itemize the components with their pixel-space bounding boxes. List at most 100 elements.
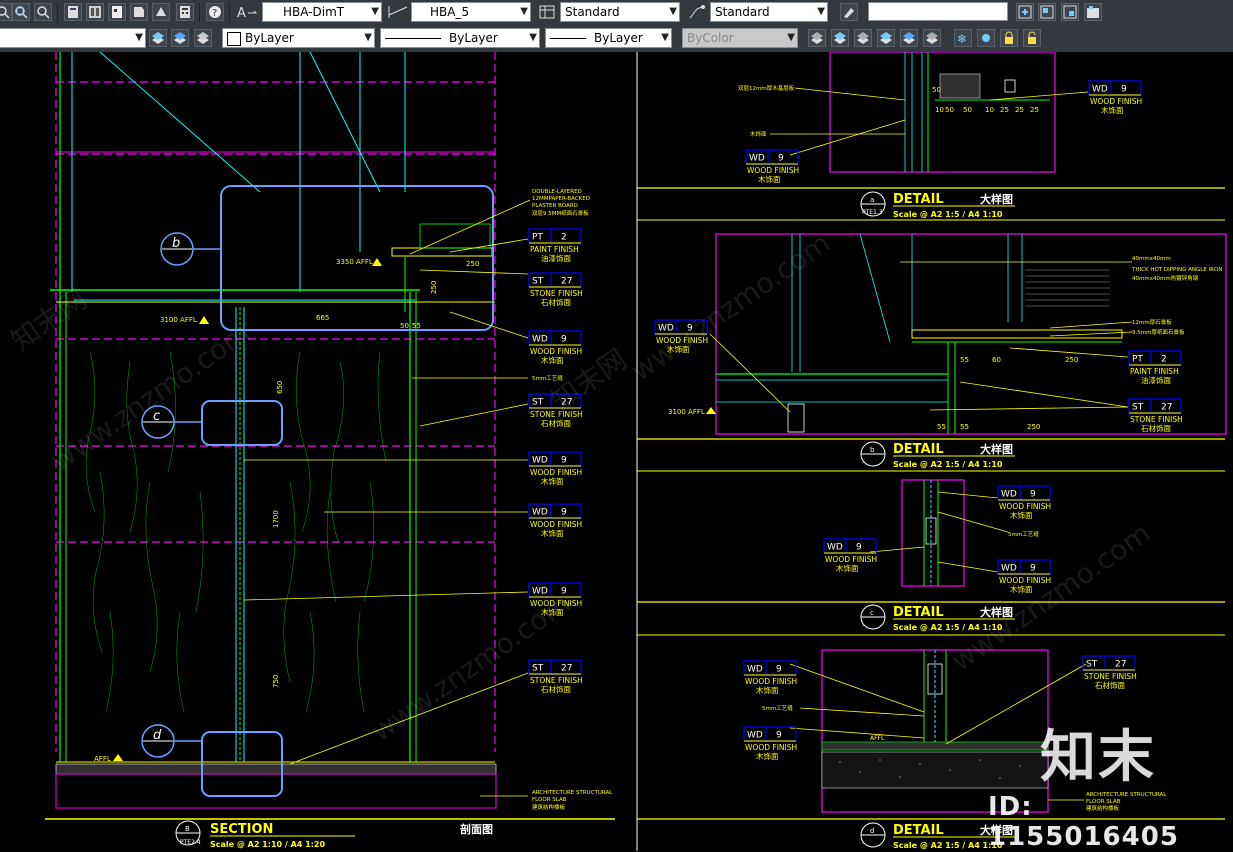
mleaderstyle-dropdown[interactable]: HBA_5 ▼ — [411, 2, 531, 22]
chevron-down-icon: ▼ — [135, 32, 143, 43]
layout-tabs-icon[interactable] — [1084, 3, 1102, 21]
color-swatch — [227, 31, 241, 46]
chevron-down-icon: ▼ — [669, 6, 677, 17]
chevron-down-icon: ▼ — [364, 32, 372, 43]
detail-b-note-gypsum-12: 12mm厚石膏板 — [1132, 318, 1172, 326]
section-label-1-code: ST — [532, 277, 544, 287]
layout-icon[interactable] — [1038, 3, 1056, 21]
viewport-scale-icon[interactable] — [1061, 3, 1079, 21]
dim-style-icon[interactable] — [387, 3, 408, 21]
detail-a-number: a — [870, 196, 874, 204]
detail-a-note-wood: 木饰面 — [750, 130, 767, 138]
detail-a-label-0-cn: 木饰面 — [1101, 105, 1124, 115]
layer-states-icon[interactable] — [194, 29, 212, 47]
svg-text:❄: ❄ — [957, 32, 967, 46]
textstyle-dropdown[interactable]: Standard ▼ — [710, 2, 828, 22]
color-dropdown[interactable]: ByLayer ▼ — [222, 28, 375, 48]
calculator-icon[interactable] — [176, 3, 194, 21]
lineweight-dropdown[interactable]: ByLayer ▼ — [545, 28, 672, 48]
detail-d-label-2-cn: 石材饰面 — [1095, 680, 1125, 690]
detail-b-label-2-en: STONE FINISH — [1130, 415, 1183, 424]
detail-c-label-1-cn: 木饰面 — [836, 563, 859, 573]
new-viewport-icon[interactable] — [1016, 3, 1034, 21]
detail-d-label-0-cn: 木饰面 — [756, 685, 779, 695]
section-label-7-num: 27 — [561, 664, 572, 674]
table-style-icon[interactable] — [538, 3, 556, 21]
detail-a-label-1-num: 9 — [778, 154, 784, 164]
chevron-down-icon: ▼ — [787, 32, 795, 43]
detail-d-label-2-num: 27 — [1115, 660, 1126, 670]
lineweight-value: ByLayer — [594, 31, 643, 45]
layer-freeze-icon[interactable]: ❄ — [954, 29, 972, 47]
search-input[interactable] — [868, 2, 1008, 21]
detail-b-label-1-en: PAINT FINISH — [1130, 367, 1179, 376]
layer-tool-5-icon[interactable] — [900, 29, 918, 47]
detail-a-dim-25c: 25 — [1030, 106, 1039, 114]
section-label-3-cn: 石材饰面 — [541, 418, 571, 428]
layer-tool-3-icon[interactable] — [854, 29, 872, 47]
design-center-icon[interactable] — [86, 3, 104, 21]
detail-b-dim-55c: 55 — [960, 423, 969, 431]
zoom-previous-icon[interactable] — [12, 3, 30, 21]
plotstyle-value: ByColor — [687, 31, 734, 45]
layer-off-icon[interactable] — [977, 29, 995, 47]
tool-palettes-icon[interactable] — [108, 3, 126, 21]
detail-b-dim-55: 55 — [960, 356, 969, 364]
tablestyle-dropdown[interactable]: Standard ▼ — [560, 2, 680, 22]
section-scale: Scale @ A2 1:10 / A4 1:20 — [210, 840, 325, 849]
detail-b-dim-60: 60 — [992, 356, 1001, 364]
section-label-5-cn: 木饰面 — [541, 528, 564, 538]
linetype-preview — [385, 38, 441, 39]
color-value: ByLayer — [245, 31, 294, 45]
zoom-window-icon[interactable] — [0, 3, 12, 21]
layer-previous-icon[interactable] — [171, 29, 189, 47]
plotstyle-dropdown[interactable]: ByColor ▼ — [682, 28, 798, 48]
detail-c-title: DETAIL — [893, 605, 944, 620]
layer-tool-1-icon[interactable] — [808, 29, 826, 47]
properties-icon[interactable] — [64, 3, 82, 21]
section-label-1-num: 27 — [561, 277, 572, 287]
detail-c-label-2-num: 9 — [1030, 564, 1036, 574]
dimstyle-dropdown[interactable]: HBA-DimT ▼ — [262, 2, 382, 22]
layer-tool-6-icon[interactable] — [923, 29, 941, 47]
dim-250-top: 250 — [466, 260, 479, 268]
layer-dropdown[interactable]: ▼ — [0, 28, 146, 48]
dim-250-side: 250 — [430, 281, 438, 294]
help-icon[interactable]: ? — [206, 3, 224, 21]
multileader-style-icon[interactable] — [687, 3, 705, 21]
layer-unlock-icon[interactable] — [1023, 29, 1041, 47]
detail-b-label-1-code: PT — [1132, 355, 1143, 365]
chevron-down-icon: ▼ — [520, 6, 528, 17]
match-properties-icon[interactable] — [840, 3, 858, 21]
detail-d-number: d — [870, 827, 874, 835]
section-label-7-en: STONE FINISH — [530, 676, 583, 685]
layer-lock-icon[interactable] — [1000, 29, 1018, 47]
detail-d-note-groove: 5mm工艺缝 — [762, 704, 793, 712]
detail-c-label-2-code: WD — [1001, 564, 1017, 574]
detail-d-title: DETAIL — [893, 823, 944, 838]
svg-text:?: ? — [212, 8, 217, 19]
detail-d-scale: Scale @ A2 1:5 / A4 1:10 — [893, 841, 1003, 850]
layer-tool-2-icon[interactable] — [831, 29, 849, 47]
text-style-icon[interactable]: A — [236, 3, 258, 21]
detail-b-label-2-code: ST — [1132, 403, 1144, 413]
layer-tool-4-icon[interactable] — [877, 29, 895, 47]
section-label-0-num: 2 — [561, 233, 567, 243]
dim-1700: 1700 — [272, 510, 280, 528]
detail-b-note-angle: 40mmx40mm — [1132, 256, 1171, 262]
dim-750: 750 — [272, 675, 280, 688]
section-label-2-cn: 木饰面 — [541, 355, 564, 365]
make-current-layer-icon[interactable] — [149, 29, 167, 47]
linetype-dropdown[interactable]: ByLayer ▼ — [380, 28, 540, 48]
section-label-5-code: WD — [532, 508, 548, 518]
detail-a-label-1-code: WD — [749, 154, 765, 164]
markup-icon[interactable] — [152, 3, 170, 21]
detail-d-label-0-code: WD — [747, 665, 763, 675]
dim-3350-affl: 3350 AFFL — [336, 258, 373, 266]
sheet-set-icon[interactable] — [130, 3, 148, 21]
note-floor-slab-cn: 建筑结构楼板 — [532, 803, 566, 811]
section-number: B — [185, 825, 190, 833]
zoom-extents-icon[interactable] — [34, 3, 52, 21]
section-label-0-cn: 油漆饰面 — [541, 253, 571, 263]
dim-665: 665 — [316, 314, 329, 322]
